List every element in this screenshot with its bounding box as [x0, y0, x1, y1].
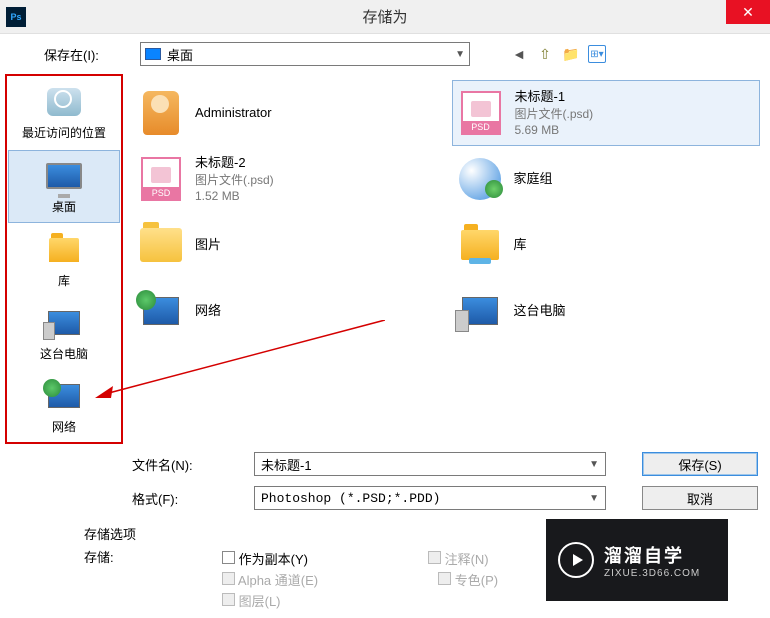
save-in-row: 保存在(I): 桌面 ▼ ◄ ⇧ 📁 ⊞▾	[0, 34, 770, 74]
chevron-down-icon: ▼	[589, 493, 599, 504]
chevron-down-icon: ▼	[589, 459, 599, 470]
view-icon[interactable]: ⊞▾	[588, 45, 606, 63]
checkbox-icon	[222, 551, 235, 564]
watermark: 溜溜自学 ZIXUE.3D66.COM	[546, 519, 728, 601]
pc-icon	[462, 297, 498, 325]
place-label: 网络	[52, 418, 76, 435]
file-name: Administrator	[195, 104, 272, 122]
file-name: 图片	[195, 236, 221, 254]
title-bar: Ps 存储为 ✕	[0, 0, 770, 34]
place-thispc[interactable]: 这台电脑	[7, 297, 121, 370]
place-network[interactable]: 网络	[7, 370, 121, 443]
user-folder-icon	[143, 91, 179, 135]
watermark-title: 溜溜自学	[604, 542, 700, 568]
file-list: Administrator 未标题-1 图片文件(.psd) 5.69 MB 未…	[123, 74, 770, 444]
network-icon	[48, 384, 80, 408]
file-item[interactable]: 网络	[133, 278, 442, 344]
option-layers[interactable]: 图层(L)	[222, 591, 281, 610]
file-name: 家庭组	[514, 170, 553, 188]
place-desktop[interactable]: 桌面	[8, 150, 120, 223]
place-label: 最近访问的位置	[22, 124, 106, 141]
file-item[interactable]: 家庭组	[452, 146, 761, 212]
place-libraries[interactable]: 库	[7, 224, 121, 297]
file-size: 5.69 MB	[515, 122, 594, 138]
file-item[interactable]: 未标题-1 图片文件(.psd) 5.69 MB	[452, 80, 761, 146]
file-name: 这台电脑	[514, 302, 566, 320]
file-item[interactable]: Administrator	[133, 80, 442, 146]
save-in-label: 保存在(I):	[44, 45, 130, 64]
file-name: 网络	[195, 302, 221, 320]
desktop-icon	[145, 48, 161, 60]
checkbox-icon	[222, 593, 235, 606]
file-name: 库	[514, 236, 527, 254]
format-combo[interactable]: Photoshop (*.PSD;*.PDD) ▼	[254, 486, 606, 510]
file-item[interactable]: 这台电脑	[452, 278, 761, 344]
homegroup-icon	[459, 158, 501, 200]
checkbox-icon	[428, 551, 441, 564]
back-icon[interactable]: ◄	[510, 45, 528, 63]
save-in-value: 桌面	[167, 45, 455, 64]
format-value: Photoshop (*.PSD;*.PDD)	[261, 491, 440, 506]
options-store-label: 存储:	[84, 547, 222, 566]
play-icon	[558, 542, 594, 578]
checkbox-icon	[222, 572, 235, 585]
window-title: 存储为	[362, 6, 407, 27]
option-alpha[interactable]: Alpha 通道(E)	[222, 570, 318, 589]
watermark-url: ZIXUE.3D66.COM	[604, 568, 700, 579]
filename-value: 未标题-1	[261, 455, 312, 474]
place-label: 这台电脑	[40, 345, 88, 362]
bottom-controls: 文件名(N): 未标题-1 ▼ 保存(S) 格式(F): Photoshop (…	[0, 444, 770, 518]
file-name: 未标题-1	[515, 88, 594, 106]
psd-file-icon	[141, 157, 181, 201]
main-area: 最近访问的位置 桌面 库 这台电脑 网络 Administrator 未标题-1	[0, 74, 770, 444]
close-button[interactable]: ✕	[726, 0, 770, 24]
file-item[interactable]: 库	[452, 212, 761, 278]
file-type: 图片文件(.psd)	[195, 172, 274, 188]
desktop-icon	[46, 163, 82, 189]
save-in-combo[interactable]: 桌面 ▼	[140, 42, 470, 66]
file-name: 未标题-2	[195, 154, 274, 172]
format-label: 格式(F):	[132, 489, 254, 508]
option-note[interactable]: 注释(N)	[428, 549, 489, 568]
chevron-down-icon: ▼	[455, 49, 465, 60]
library-icon	[461, 230, 499, 260]
place-recent[interactable]: 最近访问的位置	[7, 76, 121, 149]
network-icon	[143, 297, 179, 325]
checkbox-icon	[438, 572, 451, 585]
cancel-button[interactable]: 取消	[642, 486, 758, 510]
newfolder-icon[interactable]: 📁	[562, 45, 580, 63]
option-copy[interactable]: 作为副本(Y)	[222, 549, 308, 568]
file-item[interactable]: 图片	[133, 212, 442, 278]
place-label: 桌面	[52, 198, 76, 215]
dialog-toolbar: ◄ ⇧ 📁 ⊞▾	[510, 45, 606, 63]
recent-icon	[47, 88, 81, 116]
place-label: 库	[58, 272, 70, 289]
file-size: 1.52 MB	[195, 188, 274, 204]
option-spot[interactable]: 专色(P)	[438, 570, 498, 589]
file-item[interactable]: 未标题-2 图片文件(.psd) 1.52 MB	[133, 146, 442, 212]
psd-file-icon	[461, 91, 501, 135]
app-icon: Ps	[6, 7, 26, 27]
pc-icon	[48, 311, 80, 335]
library-icon	[49, 238, 79, 262]
filename-input[interactable]: 未标题-1 ▼	[254, 452, 606, 476]
filename-label: 文件名(N):	[132, 455, 254, 474]
up-icon[interactable]: ⇧	[536, 45, 554, 63]
file-type: 图片文件(.psd)	[515, 106, 594, 122]
save-button[interactable]: 保存(S)	[642, 452, 758, 476]
places-bar: 最近访问的位置 桌面 库 这台电脑 网络	[5, 74, 123, 444]
folder-icon	[140, 228, 182, 262]
